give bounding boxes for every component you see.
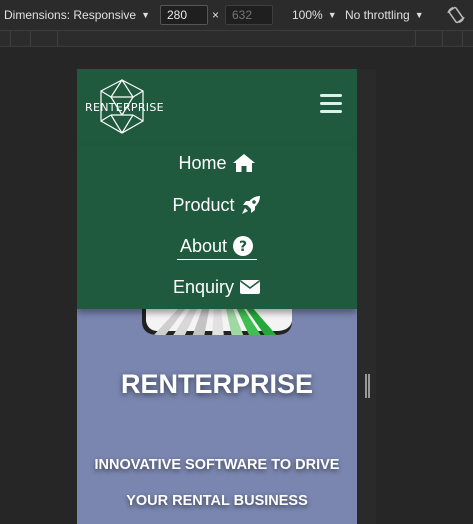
nav-item-label: Home <box>178 152 227 173</box>
rotate-icon[interactable] <box>446 5 466 25</box>
nav-menu-dropdown: Home Product About ? Enquiry <box>77 145 357 309</box>
home-icon <box>232 154 255 172</box>
page-viewport: RENTERPRISE INNOVATIVE SOFTWARE TO DRIVE… <box>77 69 357 524</box>
nav-item-product[interactable]: Product <box>77 188 357 222</box>
site-logo[interactable]: RENTERPRISE <box>85 77 164 137</box>
zoom-label: 100% <box>292 8 323 22</box>
hero-subtitle: INNOVATIVE SOFTWARE TO DRIVE YOUR RENTAL… <box>77 447 357 519</box>
nav-item-enquiry[interactable]: Enquiry <box>77 270 357 304</box>
nav-item-about[interactable]: About ? <box>77 229 357 263</box>
viewport-side-area <box>357 69 376 524</box>
question-circle-icon: ? <box>233 236 254 256</box>
logo-text: RENTERPRISE <box>85 101 164 114</box>
width-input[interactable] <box>160 5 208 25</box>
chevron-down-icon: ▼ <box>414 10 424 20</box>
svg-text:?: ? <box>239 239 247 255</box>
viewport-resize-handle[interactable] <box>365 374 370 398</box>
times-sign: × <box>212 8 220 22</box>
dimensions-label: Dimensions: Responsive <box>4 8 137 22</box>
nav-item-label: Product <box>172 194 235 215</box>
site-navbar: RENTERPRISE <box>77 69 357 146</box>
hero-subtitle-line1: INNOVATIVE SOFTWARE TO DRIVE <box>94 457 340 473</box>
chevron-down-icon: ▼ <box>327 10 337 20</box>
chevron-down-icon: ▼ <box>141 10 150 20</box>
height-input[interactable] <box>225 5 273 25</box>
rocket-icon <box>241 196 260 214</box>
zoom-dropdown[interactable]: 100% ▼ <box>292 0 337 30</box>
hero-subtitle-line2: YOUR RENTAL BUSINESS <box>126 493 308 509</box>
hero-graphic <box>142 307 292 341</box>
throttling-label: No throttling <box>345 8 410 22</box>
media-query-ruler[interactable] <box>0 31 473 47</box>
devtools-toolbar: Dimensions: Responsive ▼ × 100% ▼ No thr… <box>0 0 473 31</box>
nav-item-label: Enquiry <box>172 276 235 297</box>
hamburger-menu-icon[interactable] <box>320 94 342 116</box>
dimensions-dropdown[interactable]: Dimensions: Responsive ▼ <box>4 0 150 30</box>
nav-item-home[interactable]: Home <box>77 146 357 180</box>
nav-item-label: About <box>179 235 228 256</box>
envelope-icon <box>240 280 261 294</box>
hero-title: RENTERPRISE <box>120 369 314 399</box>
throttling-dropdown[interactable]: No throttling ▼ <box>345 0 424 30</box>
